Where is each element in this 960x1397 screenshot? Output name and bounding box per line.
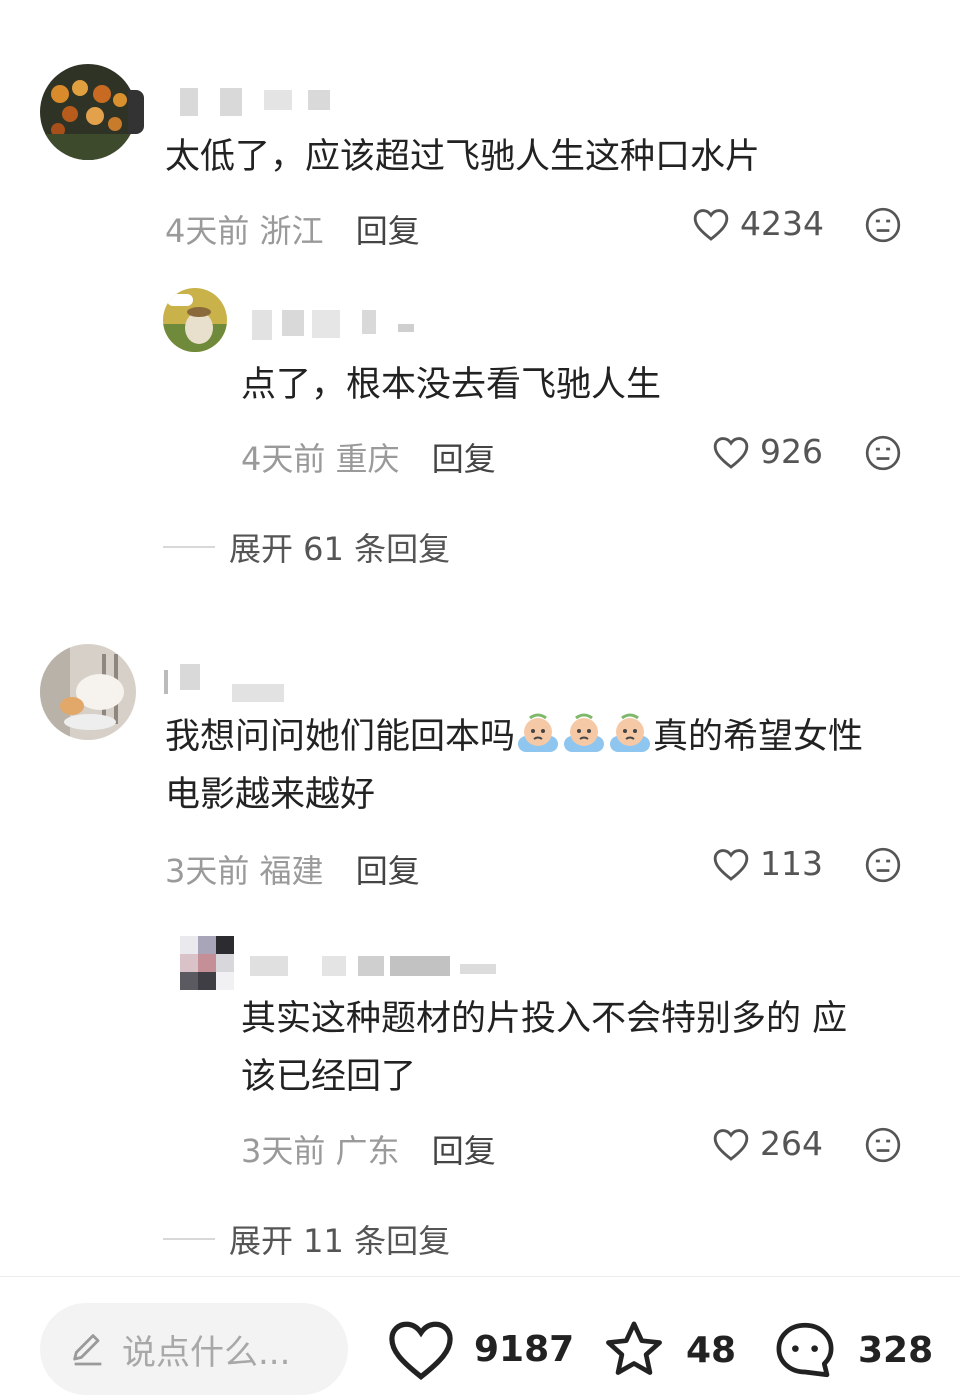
avatar[interactable] [40, 64, 136, 160]
reply-text: 其实这种题材的片投入不会特别多的 应 该已经回了 [241, 990, 847, 1106]
comment-button[interactable]: 328 [770, 1317, 933, 1383]
like-count: 926 [760, 432, 823, 471]
expand-replies-button[interactable]: 展开 11 条回复 [163, 1216, 450, 1262]
comment-meta: 4天前 浙江 回复 [165, 206, 420, 252]
comment-text-part1: 我想问问她们能回本吗 [165, 717, 516, 757]
bottom-action-bar: 说点什么... 9187 48 328 [0, 1276, 960, 1397]
dislike-emoji-icon[interactable] [864, 206, 902, 244]
reply-meta: 4天前 重庆 回复 [241, 434, 496, 480]
reply-avatar[interactable] [180, 936, 234, 990]
comment-text: 太低了，应该超过飞驰人生这种口水片 [165, 137, 761, 177]
comment-time: 4天前 [165, 212, 250, 250]
comment-time: 3天前 [165, 852, 250, 890]
reply-button[interactable]: 回复 [356, 852, 420, 890]
heart-icon [713, 436, 749, 469]
dislike-emoji-icon[interactable] [864, 434, 902, 472]
collect-count: 48 [686, 1329, 737, 1371]
expand-replies-label: 展开 11 条回复 [229, 1222, 451, 1260]
reply-like-button[interactable]: 926 [712, 432, 823, 471]
reply-button[interactable]: 回复 [432, 440, 496, 478]
heart-icon [389, 1321, 453, 1380]
like-count: 9187 [474, 1328, 575, 1370]
reply-button[interactable]: 回复 [432, 1132, 496, 1170]
avatar[interactable] [40, 644, 136, 740]
like-count: 264 [760, 1124, 823, 1163]
expand-replies-label: 展开 61 条回复 [229, 530, 451, 568]
crying-emoji-icon [562, 712, 606, 756]
heart-icon [693, 208, 729, 241]
dislike-emoji-icon[interactable] [864, 846, 902, 884]
username-obscured [164, 664, 294, 702]
reply-avatar[interactable] [163, 288, 227, 352]
crying-emoji-icon [608, 712, 652, 756]
comment-input[interactable]: 说点什么... [40, 1303, 348, 1395]
dislike-emoji-icon[interactable] [864, 1126, 902, 1164]
username-obscured [180, 88, 330, 116]
comment-input-placeholder: 说点什么... [122, 1332, 291, 1373]
comment-bubble-icon [776, 1322, 834, 1378]
reply-username-obscured [252, 310, 422, 340]
comment-meta: 3天前 福建 回复 [165, 846, 420, 892]
avatar-badge-icon [128, 90, 144, 134]
heart-icon [713, 1128, 749, 1161]
reply-username-obscured [250, 956, 500, 976]
like-button[interactable]: 113 [712, 844, 823, 883]
divider-line [163, 1238, 215, 1240]
comment-count: 328 [858, 1329, 934, 1371]
star-icon [606, 1321, 662, 1375]
reply-text: 点了，根本没去看飞驰人生 [241, 365, 662, 405]
comment-text-part2: 真的希望女性 [653, 717, 864, 757]
pencil-icon [73, 1334, 102, 1366]
like-count: 113 [760, 844, 823, 883]
reply-time: 3天前 [241, 1132, 326, 1170]
post-like-button[interactable]: 9187 [386, 1317, 574, 1381]
comment-region: 福建 [259, 852, 324, 890]
heart-icon [713, 848, 749, 881]
reply-text-line1: 其实这种题材的片投入不会特别多的 应 [241, 999, 848, 1039]
comment-text: 我想问问她们能回本吗 真的希望女性 电影越来越好 [165, 708, 863, 824]
reply-button[interactable]: 回复 [356, 212, 420, 250]
crying-emoji-icon [516, 712, 560, 756]
reply-text-line2: 该已经回了 [241, 1057, 417, 1097]
reply-like-button[interactable]: 264 [712, 1124, 823, 1163]
reply-meta: 3天前 广东 回复 [241, 1126, 496, 1172]
comment-region: 浙江 [259, 212, 324, 250]
comment-text-line2: 电影越来越好 [165, 775, 376, 815]
reply-time: 4天前 [241, 440, 326, 478]
collect-button[interactable]: 48 [600, 1317, 736, 1383]
reply-region: 重庆 [335, 440, 400, 478]
like-button[interactable]: 4234 [692, 204, 824, 243]
divider-line [163, 546, 215, 548]
expand-replies-button[interactable]: 展开 61 条回复 [163, 524, 450, 570]
like-count: 4234 [740, 204, 824, 243]
reply-region: 广东 [335, 1132, 400, 1170]
